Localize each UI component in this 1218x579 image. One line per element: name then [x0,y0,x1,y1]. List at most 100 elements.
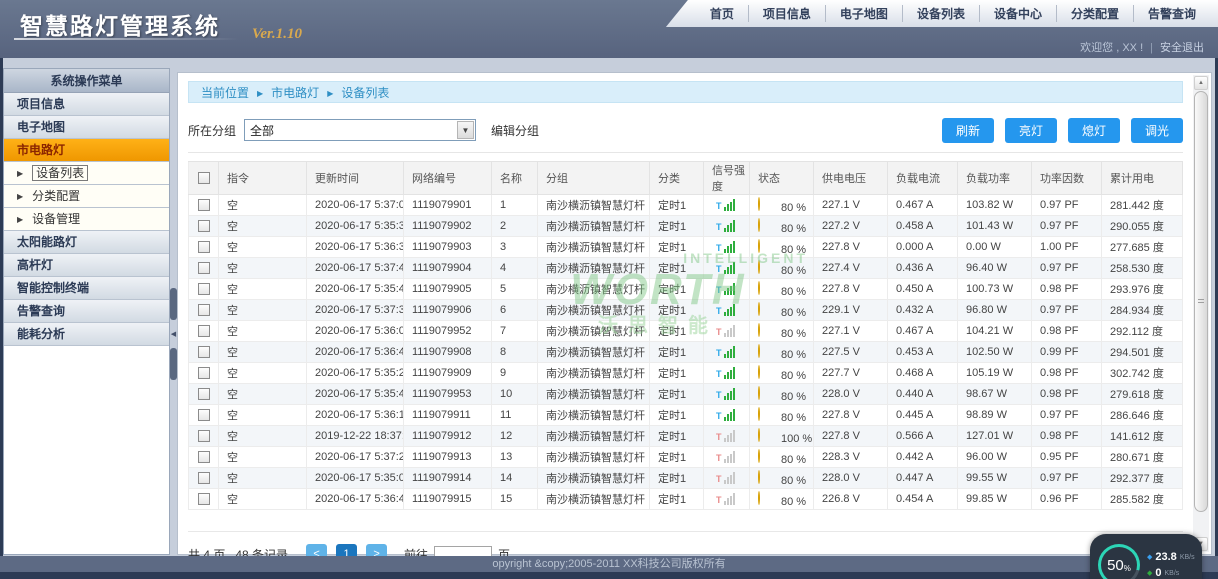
cell-current: 0.432 A [888,300,958,321]
device-table: 指令更新时间网络编号名称分组分类信号强度状态供电电压负载电流负载功率功率因数累计… [188,161,1183,510]
sidebar-item-7[interactable]: 高杆灯 [4,254,169,277]
row-checkbox-cell [189,384,219,405]
sidebar-item-3[interactable]: ▶设备列表 [4,162,169,185]
table-row: 空2020-06-17 5:35:09111907991414南沙横沥镇智慧灯杆… [189,468,1183,489]
row-checkbox[interactable] [198,346,210,358]
cell-voltage: 227.5 V [814,342,888,363]
cell-signal: T [704,489,750,510]
cell-group: 南沙横沥镇智慧灯杆 [538,195,650,216]
sidebar-item-4[interactable]: ▶分类配置 [4,185,169,208]
cpu-gauge: 50% [1098,544,1140,579]
breadcrumb-items: ▶市电路灯▶设备列表 [249,86,389,100]
sidebar-item-10[interactable]: 能耗分析 [4,323,169,346]
sidebar-item-6[interactable]: 太阳能路灯 [4,231,169,254]
sidebar-item-1[interactable]: 电子地图 [4,116,169,139]
nav-item-5[interactable]: 分类配置 [1056,5,1133,22]
scroll-up-icon[interactable]: ▲ [1194,76,1208,90]
nav-item-3[interactable]: 设备列表 [902,5,979,22]
row-checkbox[interactable] [198,220,210,232]
row-checkbox[interactable] [198,430,210,442]
nav-item-0[interactable]: 首页 [696,5,748,22]
cell-group: 南沙横沥镇智慧灯杆 [538,384,650,405]
cell-signal: T [704,468,750,489]
cell-voltage: 227.1 V [814,195,888,216]
row-checkbox[interactable] [198,325,210,337]
action-button-0[interactable]: 刷新 [942,118,994,143]
row-checkbox[interactable] [198,262,210,274]
nav-item-1[interactable]: 项目信息 [748,5,825,22]
brightness-value: 80 % [781,454,806,466]
net-monitor-widget[interactable]: 50% ◆ 23.8 KB/s ◆ 0 KB/s [1090,534,1202,579]
action-button-1[interactable]: 亮灯 [1005,118,1057,143]
row-checkbox[interactable] [198,304,210,316]
sidebar-item-0[interactable]: 项目信息 [4,93,169,116]
row-checkbox[interactable] [198,241,210,253]
cell-category: 定时1 [650,195,704,216]
row-checkbox[interactable] [198,199,210,211]
nav-item-4[interactable]: 设备中心 [979,5,1056,22]
app-version: Ver.1.10 [252,26,302,43]
cell-current: 0.454 A [888,489,958,510]
cell-voltage: 227.8 V [814,237,888,258]
group-filter-label: 所在分组 [188,122,236,139]
edit-group-link[interactable]: 编辑分组 [491,122,539,139]
title-underline [14,38,239,40]
collapse-arrow-icon[interactable]: ◀ [170,320,177,348]
row-checkbox[interactable] [198,472,210,484]
row-checkbox[interactable] [198,451,210,463]
cell-cmd: 空 [219,237,307,258]
group-select[interactable]: 全部 ▼ [244,119,476,141]
breadcrumb-arrow-icon: ▶ [327,89,333,98]
scrollbar-thumb[interactable] [1194,91,1208,512]
action-button-2[interactable]: 熄灯 [1068,118,1120,143]
logout-link[interactable]: 安全退出 [1160,42,1204,54]
cell-name: 5 [492,279,538,300]
cell-power: 99.85 W [958,489,1032,510]
cell-group: 南沙横沥镇智慧灯杆 [538,489,650,510]
breadcrumb-item-1[interactable]: 设备列表 [341,86,389,100]
row-checkbox[interactable] [198,283,210,295]
cell-cmd: 空 [219,300,307,321]
cell-time: 2020-06-17 5:36:47 [307,489,404,510]
cell-power: 98.89 W [958,405,1032,426]
select-all-checkbox[interactable] [198,172,210,184]
row-checkbox-cell [189,195,219,216]
cell-power: 96.80 W [958,300,1032,321]
lightbulb-icon [758,366,769,378]
cell-category: 定时1 [650,447,704,468]
cell-category: 定时1 [650,489,704,510]
sidebar-item-5[interactable]: ▶设备管理 [4,208,169,231]
row-checkbox[interactable] [198,409,210,421]
sidebar-item-2[interactable]: 市电路灯 [4,139,169,162]
sidebar-item-9[interactable]: 告警查询 [4,300,169,323]
table-row: 空2020-06-17 5:36:0311190799527南沙横沥镇智慧灯杆定… [189,321,1183,342]
cell-net_id: 1119079906 [404,300,492,321]
cell-status: 100 % [750,426,814,447]
lightbulb-icon [758,303,769,315]
table-row: 空2020-06-17 5:35:4611190799055南沙横沥镇智慧灯杆定… [189,279,1183,300]
brightness-value: 80 % [781,244,806,256]
lightbulb-icon [758,240,769,252]
dropdown-arrow-icon[interactable]: ▼ [457,121,474,139]
cell-current: 0.467 A [888,195,958,216]
cell-pf: 0.98 PF [1032,384,1102,405]
row-checkbox[interactable] [198,493,210,505]
sidebar-item-8[interactable]: 智能控制终端 [4,277,169,300]
nav-item-2[interactable]: 电子地图 [825,5,902,22]
cell-signal: T [704,258,750,279]
cell-group: 南沙横沥镇智慧灯杆 [538,342,650,363]
cell-net_id: 1119079952 [404,321,492,342]
action-button-3[interactable]: 调光 [1131,118,1183,143]
app-header: 智慧路灯管理系统 Ver.1.10 首页项目信息电子地图设备列表设备中心分类配置… [0,0,1218,58]
signal-good-icon: T [716,220,735,232]
breadcrumb-item-0[interactable]: 市电路灯 [271,86,319,100]
row-checkbox[interactable] [198,388,210,400]
nav-item-6[interactable]: 告警查询 [1133,5,1210,22]
welcome-text: 欢迎您 , XX ! [1080,42,1143,54]
column-header-13: 累计用电 [1102,162,1183,195]
column-header-9: 供电电压 [814,162,888,195]
row-checkbox[interactable] [198,367,210,379]
vertical-scrollbar[interactable]: ▲ ▼ [1193,75,1209,552]
cell-cmd: 空 [219,195,307,216]
cell-group: 南沙横沥镇智慧灯杆 [538,216,650,237]
